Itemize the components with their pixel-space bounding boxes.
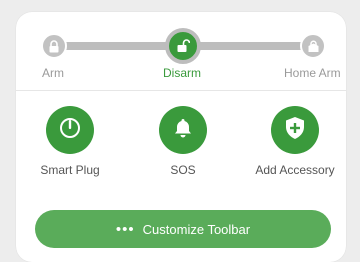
- smart-plug-label: Smart Plug: [40, 163, 100, 177]
- section-divider: [16, 90, 346, 91]
- sos-button[interactable]: [159, 106, 207, 154]
- sos-label: SOS: [170, 163, 196, 177]
- customize-toolbar-label: Customize Toolbar: [142, 221, 251, 237]
- mode-label-disarm: Disarm: [163, 66, 201, 80]
- mode-home-arm-button[interactable]: [300, 33, 326, 59]
- mode-arm-button[interactable]: [41, 33, 67, 59]
- smart-plug-action[interactable]: Smart Plug: [20, 106, 120, 177]
- unlock-icon: [177, 39, 190, 53]
- mode-disarm-button[interactable]: [165, 28, 201, 64]
- power-icon: [58, 116, 82, 145]
- more-dots-icon: •••: [115, 220, 135, 238]
- shield-plus-icon: [284, 116, 306, 145]
- mode-label-home-arm: Home Arm: [284, 66, 341, 80]
- add-accessory-label: Add Accessory: [255, 163, 335, 177]
- lock-icon: [48, 39, 60, 53]
- home-lock-icon: [307, 40, 320, 53]
- customize-toolbar-button[interactable]: ••• Customize Toolbar: [35, 210, 331, 248]
- smart-plug-button[interactable]: [46, 106, 94, 154]
- add-accessory-button[interactable]: [271, 106, 319, 154]
- bell-icon: [172, 117, 194, 144]
- sos-action[interactable]: SOS: [133, 106, 233, 177]
- add-accessory-action[interactable]: Add Accessory: [245, 106, 345, 177]
- mode-label-arm: Arm: [42, 66, 64, 80]
